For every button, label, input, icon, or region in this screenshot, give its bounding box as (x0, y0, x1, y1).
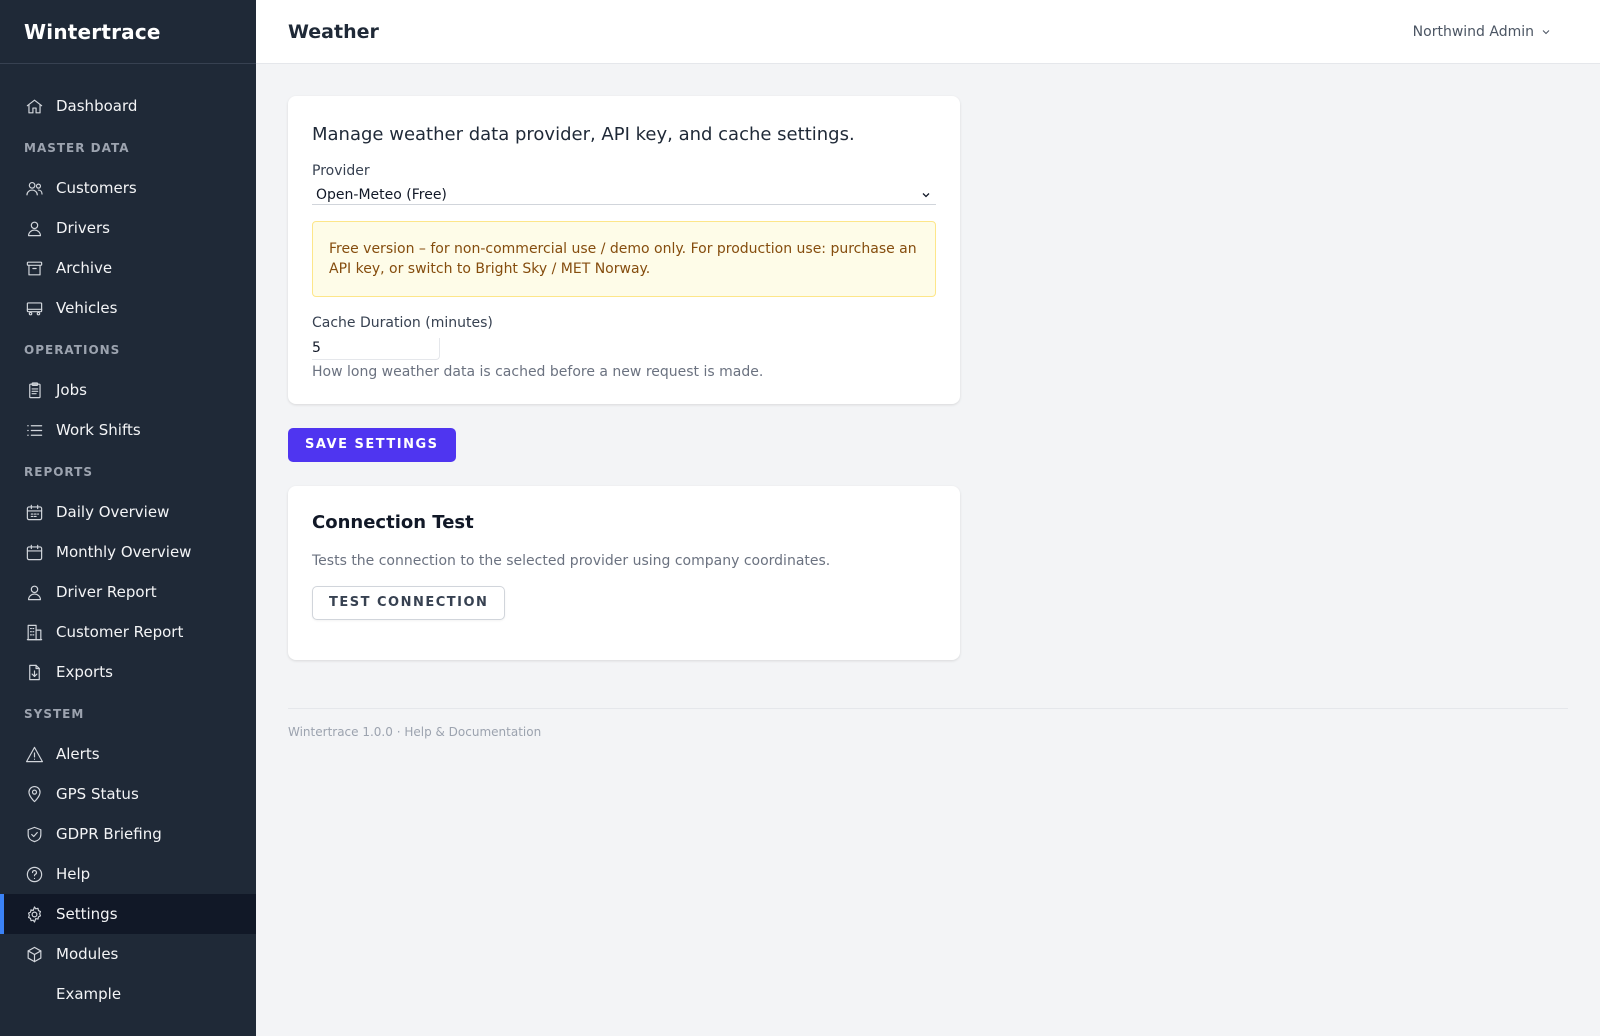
sidebar-item-example[interactable]: Example (0, 974, 256, 1014)
clipboard-icon (24, 380, 44, 400)
page-title: Weather (288, 20, 379, 43)
main-content: Manage weather data provider, API key, a… (288, 96, 1568, 739)
sidebar-item-label: Work Shifts (56, 421, 141, 439)
user-icon (24, 582, 44, 602)
sidebar-item-gdpr-briefing[interactable]: GDPR Briefing (0, 814, 256, 854)
connection-test-card: Connection Test Tests the connection to … (288, 485, 960, 660)
sidebar-item-archive[interactable]: Archive (0, 248, 256, 288)
truck-icon (24, 298, 44, 318)
sidebar-item-label: Customers (56, 179, 137, 197)
sidebar-item-label: Help (56, 865, 91, 883)
sidebar-item-label: Driver Report (56, 583, 157, 601)
sidebar-item-work-shifts[interactable]: Work Shifts (0, 410, 256, 450)
footer-text[interactable]: Wintertrace 1.0.0 · Help & Documentation (288, 725, 541, 739)
gear-icon (24, 904, 44, 924)
users-icon (24, 178, 44, 198)
user-name: Northwind Admin (1412, 23, 1534, 40)
sidebar-item-modules[interactable]: Modules (0, 934, 256, 974)
sidebar-section-master-data: MASTER DATA (24, 141, 130, 155)
document-download-icon (24, 662, 44, 682)
sidebar-item-label: Monthly Overview (56, 543, 192, 561)
sidebar-item-label: Customer Report (56, 623, 184, 641)
home-icon (24, 96, 44, 116)
sidebar-section-operations: OPERATIONS (24, 343, 121, 357)
free-version-notice: Free version – for non-commercial use / … (312, 221, 936, 297)
shield-check-icon (24, 824, 44, 844)
cube-icon (24, 944, 44, 964)
cache-duration-input[interactable] (312, 337, 440, 360)
user-menu[interactable]: Northwind Admin (1413, 24, 1552, 40)
weather-settings-card: Manage weather data provider, API key, a… (288, 96, 960, 404)
sidebar: Wintertrace Dashboard MASTER DATA Custom… (0, 0, 256, 1036)
cache-field: Cache Duration (minutes) How long weathe… (312, 315, 936, 380)
sidebar-item-drivers[interactable]: Drivers (0, 208, 256, 248)
sidebar-item-monthly-overview[interactable]: Monthly Overview (0, 532, 256, 572)
app-logo[interactable]: Wintertrace (0, 0, 256, 64)
sidebar-item-label: Dashboard (56, 97, 138, 115)
user-icon (24, 218, 44, 238)
sidebar-item-exports[interactable]: Exports (0, 652, 256, 692)
sidebar-item-label: GDPR Briefing (56, 825, 162, 843)
sidebar-item-customers[interactable]: Customers (0, 168, 256, 208)
sidebar-item-dashboard[interactable]: Dashboard (0, 86, 256, 126)
sidebar-item-label: Archive (56, 259, 113, 277)
provider-selected-value: Open-Meteo (Free) (316, 186, 447, 203)
calendar-days-icon (24, 502, 44, 522)
sidebar-nav: Dashboard MASTER DATA Customers Drivers … (0, 64, 256, 1014)
sidebar-item-label: Modules (56, 945, 119, 963)
sidebar-item-label: GPS Status (56, 785, 139, 803)
sidebar-item-label: Exports (56, 663, 113, 681)
sidebar-item-settings[interactable]: Settings (0, 894, 256, 934)
map-pin-icon (24, 784, 44, 804)
sidebar-item-gps-status[interactable]: GPS Status (0, 774, 256, 814)
sidebar-item-label: Drivers (56, 219, 110, 237)
provider-label: Provider (312, 163, 370, 179)
warning-icon (24, 744, 44, 764)
save-settings-button[interactable]: SAVE SETTINGS (288, 427, 456, 462)
list-icon (24, 420, 44, 440)
sidebar-item-jobs[interactable]: Jobs (0, 370, 256, 410)
test-connection-button[interactable]: TEST CONNECTION (312, 585, 506, 620)
sidebar-item-daily-overview[interactable]: Daily Overview (0, 492, 256, 532)
chevron-down-icon (1542, 29, 1550, 34)
sidebar-item-label: Vehicles (56, 299, 118, 317)
building-icon (24, 622, 44, 642)
question-circle-icon (24, 864, 44, 884)
footer: Wintertrace 1.0.0 · Help & Documentation (288, 707, 1568, 739)
sidebar-item-label: Settings (56, 905, 118, 923)
connection-test-description: Tests the connection to the selected pro… (312, 552, 831, 569)
archive-icon (24, 258, 44, 278)
sidebar-item-alerts[interactable]: Alerts (0, 734, 256, 774)
sidebar-section-reports: REPORTS (24, 465, 93, 479)
sidebar-item-driver-report[interactable]: Driver Report (0, 572, 256, 612)
sidebar-section-system: SYSTEM (24, 707, 85, 721)
sidebar-item-label: Daily Overview (56, 503, 170, 521)
top-bar: Weather Northwind Admin (256, 0, 1600, 64)
connection-test-title: Connection Test (312, 511, 474, 533)
sidebar-item-help[interactable]: Help (0, 854, 256, 894)
sidebar-item-vehicles[interactable]: Vehicles (0, 288, 256, 328)
sidebar-item-label: Alerts (56, 745, 100, 763)
chevron-down-icon (922, 192, 930, 197)
cache-duration-label: Cache Duration (minutes) (312, 315, 493, 331)
provider-select[interactable]: Open-Meteo (Free) (312, 185, 936, 205)
sidebar-item-customer-report[interactable]: Customer Report (0, 612, 256, 652)
card-description: Manage weather data provider, API key, a… (312, 124, 855, 145)
sidebar-item-label: Jobs (56, 381, 87, 399)
cache-duration-hint: How long weather data is cached before a… (312, 363, 764, 380)
sidebar-item-label: Example (56, 985, 122, 1003)
calendar-icon (24, 542, 44, 562)
